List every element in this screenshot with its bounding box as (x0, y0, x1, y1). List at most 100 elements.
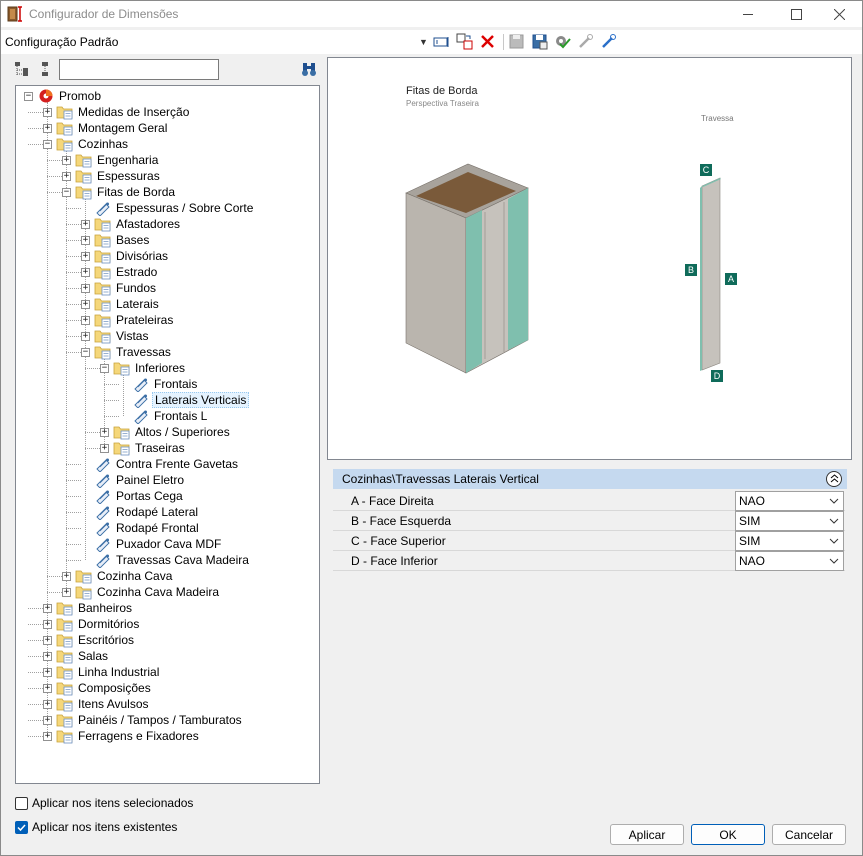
close-button[interactable] (816, 1, 862, 27)
tree-item[interactable]: Espessuras / Sobre Corte (16, 200, 316, 216)
tree-item-label[interactable]: Ferragens e Fixadores (76, 728, 201, 744)
tree-item-label[interactable]: Contra Frente Gavetas (114, 456, 240, 472)
tree-item[interactable]: + Fundos (16, 280, 316, 296)
expand-node-icon[interactable]: + (100, 428, 109, 437)
export-icon[interactable] (531, 33, 548, 50)
tree-item[interactable]: − Promob (16, 88, 316, 104)
chevron-down-icon[interactable]: ▼ (419, 37, 428, 47)
minimize-button[interactable] (725, 1, 771, 27)
expand-node-icon[interactable]: + (43, 668, 52, 677)
tree-item-label[interactable]: Travessas (114, 344, 173, 360)
tree-item-label[interactable]: Espessuras / Sobre Corte (114, 200, 255, 216)
expand-node-icon[interactable]: + (81, 220, 90, 229)
tree-item[interactable]: + Bases (16, 232, 316, 248)
tree-item-label[interactable]: Rodapé Frontal (114, 520, 201, 536)
tools-icon[interactable] (600, 33, 617, 50)
tree-item[interactable]: + Cozinha Cava (16, 568, 316, 584)
collapse-node-icon[interactable]: − (62, 188, 71, 197)
tree-item-label[interactable]: Itens Avulsos (76, 696, 151, 712)
tree-item[interactable]: + Ferragens e Fixadores (16, 728, 316, 744)
tree-item[interactable]: − Travessas (16, 344, 316, 360)
tree-item-label[interactable]: Laterais (114, 296, 161, 312)
tree-item-label[interactable]: Engenharia (95, 152, 160, 168)
copy-icon[interactable] (456, 33, 473, 50)
tree-item[interactable]: Rodapé Frontal (16, 520, 316, 536)
expand-node-icon[interactable]: + (43, 684, 52, 693)
configuration-tree[interactable]: − Promob + Medidas de Inserção + Montagem Ger… (15, 85, 320, 784)
expand-node-icon[interactable]: + (81, 268, 90, 277)
expand-node-icon[interactable]: + (62, 156, 71, 165)
collapse-node-icon[interactable]: − (81, 348, 90, 357)
expand-all-icon[interactable] (14, 61, 30, 77)
tree-item[interactable]: + Escritórios (16, 632, 316, 648)
tree-item[interactable]: Contra Frente Gavetas (16, 456, 316, 472)
collapse-button[interactable] (826, 471, 842, 487)
tree-item-label[interactable]: Bases (114, 232, 151, 248)
tree-item[interactable]: Puxador Cava MDF (16, 536, 316, 552)
tree-item-label[interactable]: Altos / Superiores (133, 424, 232, 440)
tree-item[interactable]: Portas Cega (16, 488, 316, 504)
tree-item[interactable]: + Estrado (16, 264, 316, 280)
tree-item-label[interactable]: Estrado (114, 264, 159, 280)
tree-item[interactable]: Laterais Verticais (16, 392, 316, 408)
expand-node-icon[interactable]: + (62, 572, 71, 581)
tree-item[interactable]: + Vistas (16, 328, 316, 344)
expand-node-icon[interactable]: + (81, 236, 90, 245)
tree-item-label[interactable]: Puxador Cava MDF (114, 536, 223, 552)
tree-item[interactable]: − Fitas de Borda (16, 184, 316, 200)
find-icon[interactable] (301, 61, 317, 77)
property-value-select[interactable]: NAO (735, 551, 844, 571)
tree-item[interactable]: + Itens Avulsos (16, 696, 316, 712)
expand-node-icon[interactable]: + (62, 172, 71, 181)
tree-item-label[interactable]: Frontais L (152, 408, 209, 424)
expand-node-icon[interactable]: + (43, 652, 52, 661)
expand-node-icon[interactable]: + (43, 636, 52, 645)
tree-item[interactable]: Painel Eletro (16, 472, 316, 488)
tree-item[interactable]: + Banheiros (16, 600, 316, 616)
tree-item-label[interactable]: Banheiros (76, 600, 134, 616)
expand-node-icon[interactable]: + (81, 300, 90, 309)
tree-item[interactable]: + Engenharia (16, 152, 316, 168)
collapse-node-icon[interactable]: − (24, 92, 33, 101)
expand-node-icon[interactable]: + (81, 284, 90, 293)
settings-check-icon[interactable] (554, 33, 571, 50)
expand-node-icon[interactable]: + (43, 124, 52, 133)
property-value-select[interactable]: NAO (735, 491, 844, 511)
tree-item[interactable]: Frontais (16, 376, 316, 392)
collapse-node-icon[interactable]: − (43, 140, 52, 149)
property-value-select[interactable]: SIM (735, 531, 844, 551)
configuration-select[interactable]: Configuração Padrão (5, 35, 118, 49)
tree-item-label[interactable]: Montagem Geral (76, 120, 169, 136)
property-value-select[interactable]: SIM (735, 511, 844, 531)
maximize-button[interactable] (773, 1, 819, 27)
apply-existing-label[interactable]: Aplicar nos itens existentes (32, 820, 177, 834)
tree-item-label[interactable]: Fitas de Borda (95, 184, 177, 200)
tree-item-label[interactable]: Painéis / Tampos / Tamburatos (76, 712, 244, 728)
tree-item-label[interactable]: Divisórias (114, 248, 170, 264)
tree-item[interactable]: + Dormitórios (16, 616, 316, 632)
tree-item[interactable]: − Cozinhas (16, 136, 316, 152)
tree-item[interactable]: + Composições (16, 680, 316, 696)
tree-item-label[interactable]: Traseiras (133, 440, 187, 456)
apply-selected-checkbox[interactable] (15, 797, 28, 810)
expand-node-icon[interactable]: + (43, 620, 52, 629)
expand-node-icon[interactable]: + (43, 604, 52, 613)
tree-item[interactable]: + Espessuras (16, 168, 316, 184)
tree-item[interactable]: + Afastadores (16, 216, 316, 232)
expand-node-icon[interactable]: + (43, 108, 52, 117)
tree-item-label[interactable]: Rodapé Lateral (114, 504, 200, 520)
tree-item[interactable]: Frontais L (16, 408, 316, 424)
expand-node-icon[interactable]: + (81, 316, 90, 325)
tree-item[interactable]: + Montagem Geral (16, 120, 316, 136)
collapse-all-icon[interactable] (38, 61, 54, 77)
tree-item[interactable]: + Divisórias (16, 248, 316, 264)
tree-item[interactable]: − Inferiores (16, 360, 316, 376)
tree-item-label[interactable]: Laterais Verticais (152, 392, 250, 408)
tree-item-label[interactable]: Fundos (114, 280, 158, 296)
tree-item-label[interactable]: Dormitórios (76, 616, 141, 632)
tree-item-label[interactable]: Medidas de Inserção (76, 104, 191, 120)
cancel-button[interactable]: Cancelar (772, 824, 846, 845)
tree-item-label[interactable]: Promob (57, 88, 103, 104)
tree-item-label[interactable]: Vistas (114, 328, 150, 344)
tree-item-label[interactable]: Escritórios (76, 632, 136, 648)
